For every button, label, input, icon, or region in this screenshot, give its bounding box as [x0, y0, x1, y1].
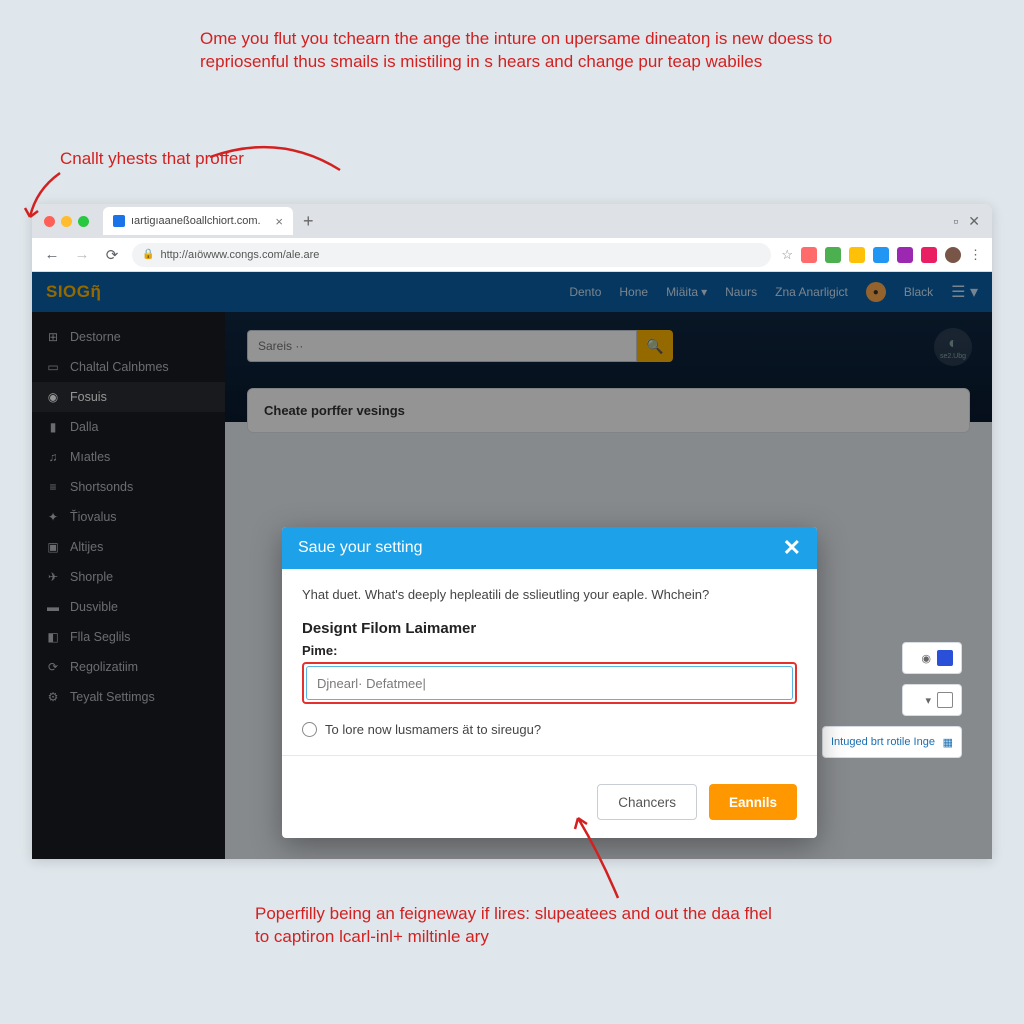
modal-section-title: Designt Filom Laimamer [302, 620, 797, 637]
chip-1[interactable]: ◉ [902, 642, 962, 674]
chevron-down-icon: ▾ [925, 694, 931, 707]
app-viewport: SIOGῆ Dento Hone Miäita ▾ Naurs Zna Anar… [32, 272, 992, 859]
browser-window: ıartigıaaneßoallchiort.com. × + ▫ ✕ ← → … [32, 204, 992, 859]
forward-button[interactable]: → [72, 246, 92, 263]
annotation-bottom: Poperfilly being an feigneway if lires: … [255, 903, 775, 949]
ext-icon-6[interactable] [921, 247, 937, 263]
address-bar: ← → ⟳ 🔒 http://aıöwww.congs.com/ale.are … [32, 238, 992, 272]
tab-close-icon[interactable]: × [275, 214, 283, 229]
chip-2[interactable]: ▾ [902, 684, 962, 716]
ext-icon-5[interactable] [897, 247, 913, 263]
radio-option[interactable]: To lore now lusmamers ät to sireugu? [302, 718, 797, 751]
maximize-window-icon[interactable] [78, 216, 89, 227]
new-tab-button[interactable]: + [293, 211, 324, 232]
url-text: http://aıöwww.congs.com/ale.are [160, 249, 319, 261]
profile-avatar-icon[interactable] [945, 247, 961, 263]
divider [282, 755, 817, 756]
save-settings-modal: Saue your setting ✕ Yhat duet. What's de… [282, 527, 817, 838]
tabbar-close-icon[interactable]: ✕ [968, 213, 980, 230]
modal-header: Saue your setting ✕ [282, 527, 817, 569]
star-icon[interactable]: ☆ [781, 247, 793, 263]
chip-square-icon [937, 650, 953, 666]
eye-icon: ◉ [921, 652, 931, 665]
ext-icon-1[interactable] [801, 247, 817, 263]
ext-icon-2[interactable] [825, 247, 841, 263]
side-chips: ◉ ▾ Intuged brt rotile Inge ▦ [822, 642, 962, 758]
ext-icon-4[interactable] [873, 247, 889, 263]
tab-title: ıartigıaaneßoallchiort.com. [131, 215, 261, 227]
kebab-menu-icon[interactable]: ⋮ [969, 247, 982, 263]
modal-body: Yhat duet. What's deeply hepleatili de s… [282, 569, 817, 768]
ext-icon-3[interactable] [849, 247, 865, 263]
reload-button[interactable]: ⟳ [102, 246, 122, 264]
modal-description: Yhat duet. What's deeply hepleatili de s… [302, 587, 797, 602]
arrow-to-cancel [540, 810, 660, 910]
back-button[interactable]: ← [42, 246, 62, 263]
radio-icon [302, 722, 317, 737]
highlighted-input-wrap [302, 662, 797, 704]
tabbar-action-icon[interactable]: ▫ [953, 213, 958, 230]
confirm-button[interactable]: Eannils [709, 784, 797, 820]
arrow-to-browser [18, 165, 78, 235]
chip-link-text: Intuged brt rotile Inge [831, 736, 935, 748]
browser-tab-bar: ıartigıaaneßoallchiort.com. × + ▫ ✕ [32, 204, 992, 238]
grid-icon: ▦ [943, 736, 953, 749]
chip-link[interactable]: Intuged brt rotile Inge ▦ [822, 726, 962, 758]
annotation-label-1: Cnallt yhests that proffer [60, 148, 244, 171]
chip-box-icon [937, 692, 953, 708]
field-label-pime: Pime: [302, 643, 797, 658]
url-input[interactable]: 🔒 http://aıöwww.congs.com/ale.are [132, 243, 771, 267]
toolbar-icons: ☆ ⋮ [781, 247, 982, 263]
name-input[interactable] [306, 666, 793, 700]
tab-favicon-icon [113, 215, 125, 227]
modal-close-button[interactable]: ✕ [783, 535, 801, 561]
radio-label: To lore now lusmamers ät to sireugu? [325, 722, 541, 737]
modal-title: Saue your setting [298, 539, 423, 557]
annotation-top: Ome you flut you tchearn the ange the in… [200, 28, 880, 74]
browser-tab[interactable]: ıartigıaaneßoallchiort.com. × [103, 207, 293, 235]
lock-icon: 🔒 [142, 249, 154, 260]
